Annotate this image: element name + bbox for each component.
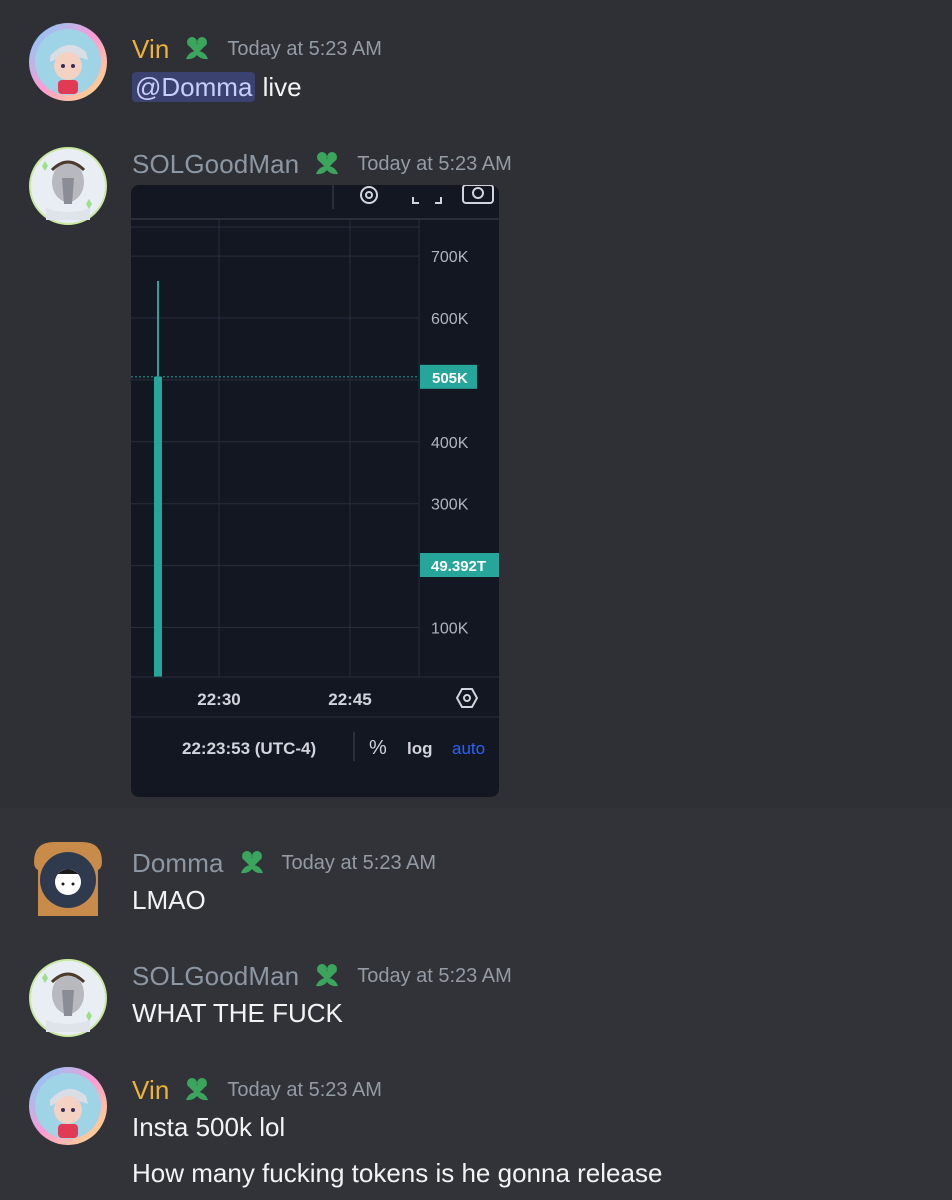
x-axis: 22:30 22:45 xyxy=(197,690,371,709)
heart-badge-icon[interactable] xyxy=(311,960,343,992)
username[interactable]: SOLGoodMan xyxy=(132,961,299,992)
chart-grid xyxy=(131,219,419,677)
username[interactable]: Vin xyxy=(132,34,169,65)
solgoodman-avatar[interactable] xyxy=(28,958,108,1038)
log-toggle[interactable]: log xyxy=(407,739,433,758)
y-tick-label: 700K xyxy=(431,249,469,266)
timestamp: Today at 5:23 AM xyxy=(357,152,512,175)
price-tag-label: 505K xyxy=(432,370,468,387)
fullscreen-icon[interactable] xyxy=(412,197,442,204)
message-header: Vin Today at 5:23 AM xyxy=(132,32,382,66)
username[interactable]: Domma xyxy=(132,848,224,879)
x-tick-label: 22:30 xyxy=(197,690,240,709)
timestamp: Today at 5:23 AM xyxy=(227,37,382,60)
settings-hex-icon[interactable] xyxy=(455,688,479,708)
chart-marks xyxy=(131,280,419,677)
message-header: SOLGoodMan Today at 5:23 AM xyxy=(132,147,512,181)
y-tick-label: 400K xyxy=(431,435,469,452)
message-header: Vin Today at 5:23 AM xyxy=(132,1073,382,1107)
mention[interactable]: @Domma xyxy=(132,72,256,102)
timestamp: Today at 5:23 AM xyxy=(357,964,512,987)
volume-tag-label: 49.392T xyxy=(431,558,486,575)
chart-toolbar xyxy=(131,185,499,220)
message-text: live xyxy=(255,72,302,102)
camera-icon[interactable] xyxy=(462,185,494,204)
vin-avatar[interactable] xyxy=(28,22,108,102)
heart-badge-icon[interactable] xyxy=(311,148,343,180)
message-text-line-2: How many fucking tokens is he gonna rele… xyxy=(132,1158,663,1188)
y-tick-label: 600K xyxy=(431,311,469,328)
username[interactable]: Vin xyxy=(132,1075,169,1106)
time-display[interactable]: 22:23:53 (UTC-4) xyxy=(182,739,316,758)
y-tick-label: 300K xyxy=(431,497,469,514)
heart-badge-icon[interactable] xyxy=(236,847,268,879)
solgoodman-avatar[interactable] xyxy=(28,146,108,226)
message-header: Domma Today at 5:23 AM xyxy=(132,846,436,880)
timestamp: Today at 5:23 AM xyxy=(281,851,437,874)
username[interactable]: SOLGoodMan xyxy=(132,149,299,180)
timestamp: Today at 5:23 AM xyxy=(227,1078,382,1101)
vin-avatar[interactable] xyxy=(28,1066,108,1146)
message-content: @Domma live xyxy=(132,72,302,103)
message-text: WHAT THE FUCK xyxy=(132,998,343,1028)
message-text-line-1: Insta 500k lol xyxy=(132,1112,286,1142)
message-text: LMAO xyxy=(132,885,206,915)
domma-avatar[interactable] xyxy=(28,838,108,918)
y-tick-label: 100K xyxy=(431,620,469,637)
chart-image[interactable]: 700K 600K 300K 400K 100K 505K 49.392T 22:30 22:… xyxy=(131,185,499,797)
auto-toggle[interactable]: auto xyxy=(452,739,485,758)
gear-icon[interactable] xyxy=(360,186,378,204)
percent-toggle[interactable]: % xyxy=(369,737,387,759)
heart-badge-icon[interactable] xyxy=(181,1074,213,1106)
price-chart: 700K600K300K400K100K505K49.392T 22:30 22:… xyxy=(131,185,499,761)
message-header: SOLGoodMan Today at 5:23 AM xyxy=(132,959,512,993)
heart-badge-icon[interactable] xyxy=(181,33,213,65)
x-tick-label: 22:45 xyxy=(328,690,371,709)
candle-body xyxy=(154,376,162,677)
y-axis: 700K 600K 300K 400K 100K 505K 49.392T xyxy=(420,249,499,637)
